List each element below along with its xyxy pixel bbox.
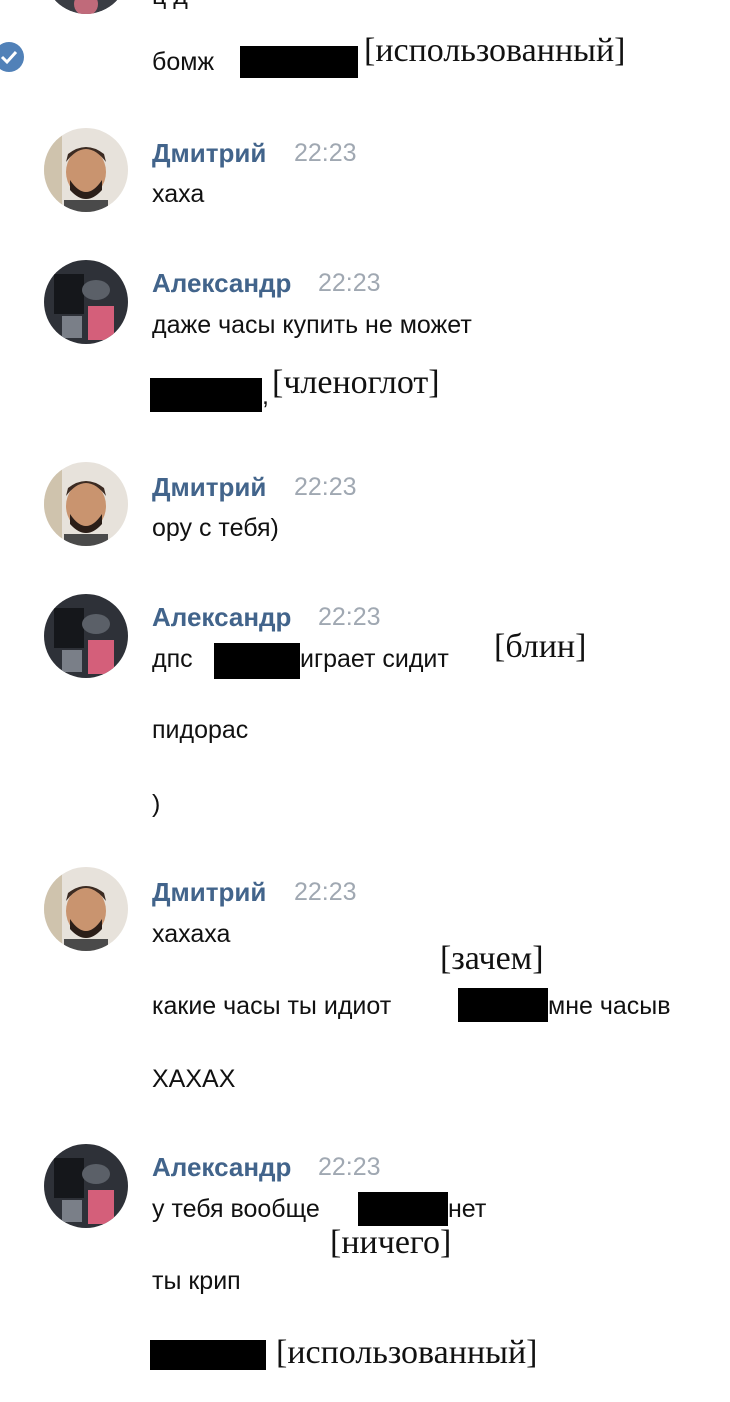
message-time[interactable]: 22:23 xyxy=(318,1153,381,1182)
message-text: хаха xyxy=(152,180,205,208)
message-text: нет xyxy=(448,1195,487,1223)
message-text: ХАХАХ xyxy=(152,1065,236,1093)
author-name[interactable]: Дмитрий xyxy=(152,877,266,908)
author-name[interactable]: Александр xyxy=(152,268,291,299)
message-text: бомж xyxy=(152,48,215,76)
message-time[interactable]: 22:23 xyxy=(294,473,357,502)
read-check-icon xyxy=(0,42,24,72)
message-text: мне часыв xyxy=(548,992,671,1020)
redaction xyxy=(358,1192,448,1226)
message-time[interactable]: 22:23 xyxy=(318,269,381,298)
redaction xyxy=(214,643,300,679)
redaction xyxy=(150,1340,266,1370)
annotation: [использованный] xyxy=(364,32,626,69)
message-text: даже часы купить не может xyxy=(152,311,472,339)
annotation: [блин] xyxy=(494,628,587,665)
avatar-alexander[interactable] xyxy=(44,594,128,678)
avatar-dmitry[interactable] xyxy=(44,128,128,212)
annotation: [членоглот] xyxy=(272,364,440,401)
message-text: дпс xyxy=(152,645,193,673)
avatar-dmitry[interactable] xyxy=(44,462,128,546)
message-text: ты крип xyxy=(152,1267,241,1295)
annotation: [ничего] xyxy=(330,1224,452,1261)
author-name[interactable]: Александр xyxy=(152,602,291,633)
avatar-alexander[interactable] xyxy=(44,260,128,344)
message-text: ) xyxy=(152,790,161,818)
avatar-cut[interactable] xyxy=(44,0,128,14)
message-time[interactable]: 22:23 xyxy=(294,139,357,168)
partial-message: ц д xyxy=(152,0,188,11)
redaction xyxy=(458,988,548,1022)
avatar-dmitry[interactable] xyxy=(44,867,128,951)
annotation: [зачем] xyxy=(440,940,544,977)
author-name[interactable]: Дмитрий xyxy=(152,138,266,169)
message-time[interactable]: 22:23 xyxy=(294,878,357,907)
annotation: [использованный] xyxy=(276,1334,538,1371)
author-name[interactable]: Александр xyxy=(152,1152,291,1183)
message-time[interactable]: 22:23 xyxy=(318,603,381,632)
message-text: , xyxy=(262,382,269,410)
message-text: играет сидит xyxy=(300,645,449,673)
message-text: хахаха xyxy=(152,920,231,948)
message-text: ору с тебя) xyxy=(152,514,279,542)
author-name[interactable]: Дмитрий xyxy=(152,472,266,503)
avatar-alexander[interactable] xyxy=(44,1144,128,1228)
message-text: какие часы ты идиот xyxy=(152,992,392,1020)
redaction xyxy=(240,46,358,78)
redaction xyxy=(150,378,262,412)
message-text: у тебя вообще xyxy=(152,1195,320,1223)
message-text: пидорас xyxy=(152,716,249,744)
